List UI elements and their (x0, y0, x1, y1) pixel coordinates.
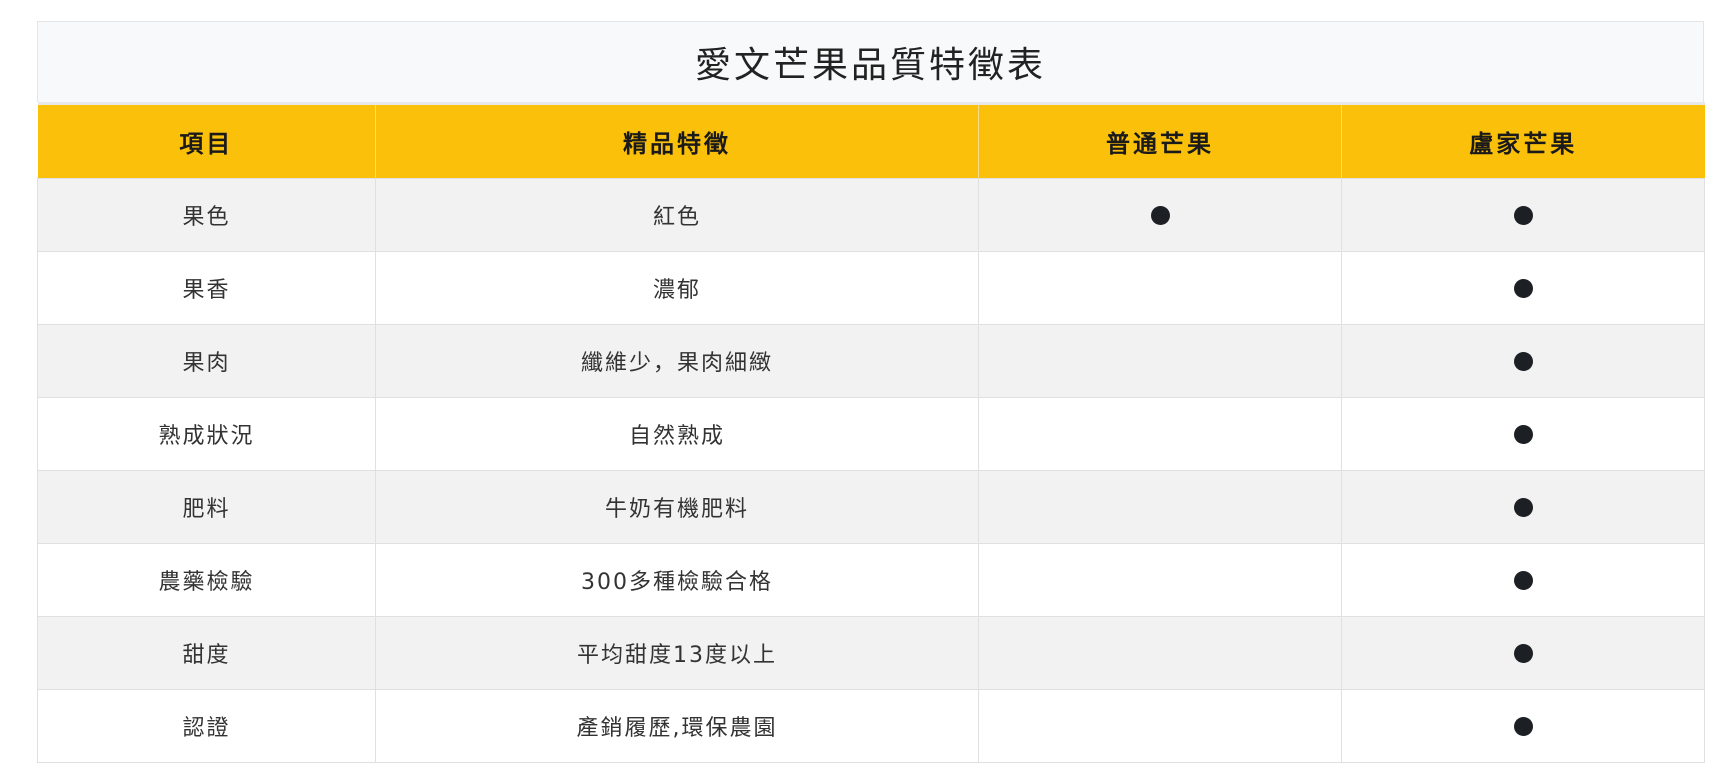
table-row: 甜度 平均甜度13度以上 (37, 616, 1705, 690)
cell-item: 甜度 (37, 616, 376, 690)
filled-circle-icon (1513, 571, 1533, 590)
quality-table-container: 愛文芒果品質特徵表 項目 精品特徵 普通芒果 盧家芒果 果色 紅色 果香 濃郁 果肉 纖維… (37, 21, 1705, 763)
cell-lujia-mango (1341, 251, 1705, 325)
cell-lujia-mango (1341, 616, 1705, 690)
header-premium-feature: 精品特徵 (375, 102, 979, 179)
table-title: 愛文芒果品質特徵表 (37, 21, 1704, 102)
header-lujia-mango: 盧家芒果 (1341, 102, 1705, 179)
table-row: 果香 濃郁 (37, 251, 1705, 325)
table-row: 農藥檢驗 300多種檢驗合格 (37, 543, 1705, 617)
table-row: 果色 紅色 (37, 178, 1705, 252)
table-row: 熟成狀況 自然熟成 (37, 397, 1705, 471)
table-header-row: 項目 精品特徵 普通芒果 盧家芒果 (37, 102, 1705, 179)
cell-lujia-mango (1341, 178, 1705, 252)
cell-normal-mango (978, 178, 1342, 252)
table-row: 果肉 纖維少，果肉細緻 (37, 324, 1705, 398)
filled-circle-icon (1513, 352, 1533, 371)
filled-circle-icon (1513, 279, 1533, 298)
cell-item: 果色 (37, 178, 376, 252)
cell-premium-feature: 牛奶有機肥料 (375, 470, 979, 544)
header-normal-mango: 普通芒果 (978, 102, 1342, 179)
cell-premium-feature: 300多種檢驗合格 (375, 543, 979, 617)
cell-normal-mango (978, 616, 1342, 690)
cell-premium-feature: 自然熟成 (375, 397, 979, 471)
cell-item: 果香 (37, 251, 376, 325)
cell-item: 農藥檢驗 (37, 543, 376, 617)
cell-lujia-mango (1341, 397, 1705, 471)
cell-normal-mango (978, 324, 1342, 398)
cell-premium-feature: 紅色 (375, 178, 979, 252)
header-item: 項目 (37, 102, 376, 179)
cell-lujia-mango (1341, 689, 1705, 763)
filled-circle-icon (1513, 717, 1533, 736)
filled-circle-icon (1513, 425, 1533, 444)
cell-normal-mango (978, 251, 1342, 325)
cell-normal-mango (978, 543, 1342, 617)
cell-premium-feature: 纖維少，果肉細緻 (375, 324, 979, 398)
cell-item: 熟成狀況 (37, 397, 376, 471)
table-row: 認證 產銷履歷,環保農園 (37, 689, 1705, 763)
filled-circle-icon (1513, 206, 1533, 225)
cell-normal-mango (978, 470, 1342, 544)
cell-premium-feature: 產銷履歷,環保農園 (375, 689, 979, 763)
cell-item: 肥料 (37, 470, 376, 544)
filled-circle-icon (1150, 206, 1170, 225)
cell-item: 果肉 (37, 324, 376, 398)
cell-normal-mango (978, 397, 1342, 471)
cell-premium-feature: 平均甜度13度以上 (375, 616, 979, 690)
table-body: 果色 紅色 果香 濃郁 果肉 纖維少，果肉細緻 熟成狀況 自然熟成 肥料 牛奶有機肥料 農藥檢驗 30… (37, 178, 1705, 763)
cell-lujia-mango (1341, 470, 1705, 544)
cell-lujia-mango (1341, 543, 1705, 617)
quality-comparison-table: 項目 精品特徵 普通芒果 盧家芒果 果色 紅色 果香 濃郁 果肉 纖維少，果肉細緻 熟成狀況… (37, 102, 1705, 763)
filled-circle-icon (1513, 644, 1533, 663)
cell-normal-mango (978, 689, 1342, 763)
cell-premium-feature: 濃郁 (375, 251, 979, 325)
table-row: 肥料 牛奶有機肥料 (37, 470, 1705, 544)
cell-item: 認證 (37, 689, 376, 763)
filled-circle-icon (1513, 498, 1533, 517)
cell-lujia-mango (1341, 324, 1705, 398)
